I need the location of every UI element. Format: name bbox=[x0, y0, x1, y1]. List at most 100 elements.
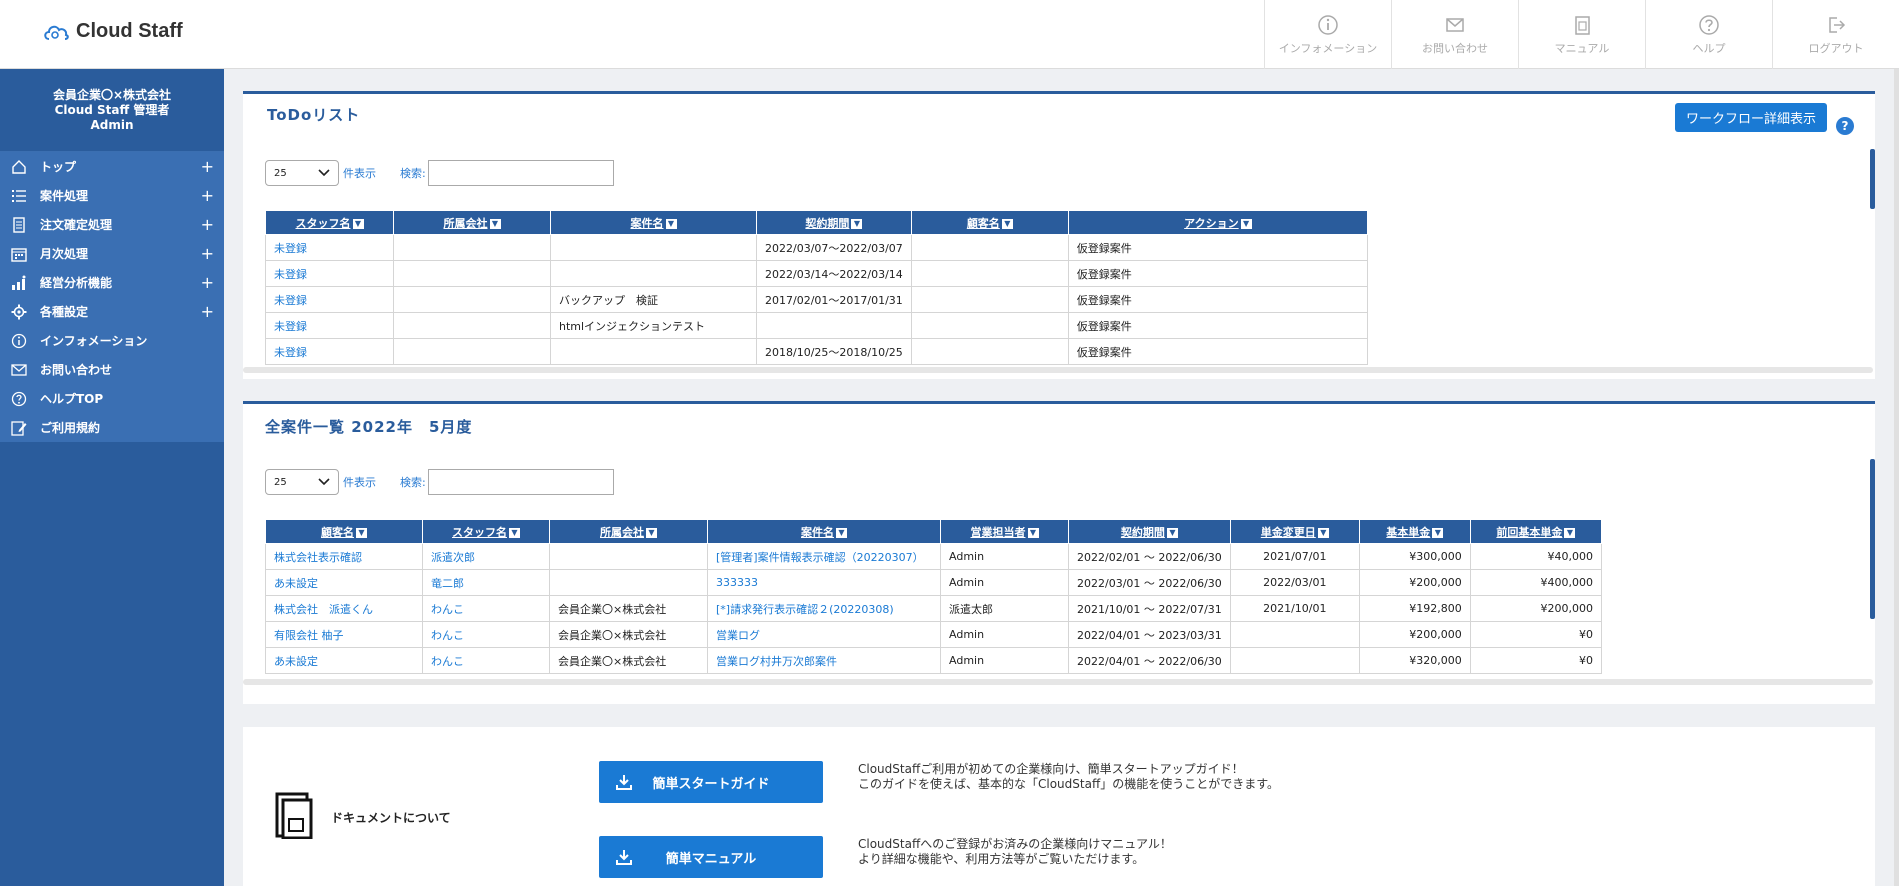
table-cell bbox=[1229, 621, 1360, 648]
manual-description: CloudStaffへのご登録がお済みの企業様向けマニュアル！ より詳細な機能や… bbox=[858, 837, 1172, 867]
column-header[interactable]: 案件名 ▼ bbox=[707, 519, 941, 544]
search-label: 検索: bbox=[400, 167, 426, 180]
customer-link[interactable]: 株式会社表示確認 bbox=[265, 543, 423, 570]
column-header[interactable]: スタッフ名 ▼ bbox=[422, 519, 550, 544]
sidebar-item-order-confirm[interactable]: 注文確定処理 + bbox=[0, 210, 224, 239]
help-icon[interactable]: ? bbox=[1836, 117, 1854, 135]
table-cell: 仮登録案件 bbox=[1067, 312, 1369, 339]
table-cell: ¥200,000 bbox=[1469, 595, 1603, 622]
table-cell: 2021/10/01 〜 2022/07/31 bbox=[1068, 595, 1231, 622]
customer-link[interactable]: 有限会社 柚子 bbox=[265, 621, 423, 648]
table-cell: 2022/04/01 〜 2022/06/30 bbox=[1068, 647, 1231, 674]
column-header[interactable]: 所属会社 ▼ bbox=[393, 210, 551, 235]
top-nav-information[interactable]: インフォメーション bbox=[1264, 0, 1391, 69]
expand-icon[interactable]: + bbox=[201, 273, 214, 292]
manual-button[interactable]: 簡単マニュアル bbox=[599, 836, 823, 878]
table-cell bbox=[393, 286, 551, 313]
staff-name-link[interactable]: 未登録 bbox=[265, 312, 394, 339]
table-cell bbox=[910, 260, 1069, 287]
expand-icon[interactable]: + bbox=[201, 302, 214, 321]
table-cell: ¥400,000 bbox=[1469, 569, 1603, 596]
sidebar: 会員企業〇×株式会社 Cloud Staff 管理者 Admin トップ + 案… bbox=[0, 69, 224, 886]
page-size-select[interactable]: 25 bbox=[265, 469, 339, 495]
vertical-scrollbar[interactable] bbox=[1870, 149, 1875, 209]
sidebar-item-top[interactable]: トップ + bbox=[0, 152, 224, 181]
sidebar-item-terms[interactable]: ご利用規約 bbox=[0, 413, 224, 442]
search-input[interactable] bbox=[427, 160, 614, 186]
table-cell: 2022/03/07〜2022/03/07 bbox=[756, 234, 912, 261]
sidebar-item-case-processing[interactable]: 案件処理 + bbox=[0, 181, 224, 210]
staff-link[interactable]: 派遣次郎 bbox=[422, 543, 550, 570]
column-header[interactable]: スタッフ名 ▼ bbox=[265, 210, 394, 235]
column-header[interactable]: 案件名 ▼ bbox=[550, 210, 757, 235]
logo[interactable]: Cloud Staff bbox=[42, 20, 183, 43]
sidebar-item-settings[interactable]: 各種設定 + bbox=[0, 297, 224, 326]
table-cell: 2021/07/01 bbox=[1229, 543, 1360, 570]
sidebar-item-help-top[interactable]: ヘルプTOP bbox=[0, 384, 224, 413]
book-icon bbox=[275, 792, 313, 839]
mail-icon bbox=[10, 361, 28, 379]
page-scrollbar[interactable] bbox=[1894, 69, 1899, 886]
case-link[interactable]: [*]請求発行表示確認２(20220308) bbox=[707, 595, 941, 622]
workflow-detail-button[interactable]: ワークフロー詳細表示 bbox=[1675, 103, 1827, 132]
staff-name-link[interactable]: 未登録 bbox=[265, 338, 394, 365]
staff-name-link[interactable]: 未登録 bbox=[265, 286, 394, 313]
column-header[interactable]: 顧客名 ▼ bbox=[910, 210, 1069, 235]
staff-link[interactable]: 竜二郎 bbox=[422, 569, 550, 596]
column-header[interactable]: 基本単金 ▼ bbox=[1358, 519, 1471, 544]
sidebar-item-information[interactable]: インフォメーション bbox=[0, 326, 224, 355]
column-header[interactable]: 営業担当者 ▼ bbox=[940, 519, 1069, 544]
table-cell: 2021/10/01 bbox=[1229, 595, 1360, 622]
staff-link[interactable]: わんこ bbox=[422, 595, 550, 622]
search-input[interactable] bbox=[427, 469, 614, 495]
calendar-icon bbox=[10, 245, 28, 263]
start-guide-button[interactable]: 簡単スタートガイド bbox=[599, 761, 823, 803]
vertical-scrollbar[interactable] bbox=[1870, 459, 1875, 619]
table-cell: 会員企業〇×株式会社 bbox=[549, 595, 708, 622]
column-header[interactable]: アクション ▼ bbox=[1067, 210, 1369, 235]
staff-link[interactable]: わんこ bbox=[422, 621, 550, 648]
download-icon bbox=[599, 773, 649, 791]
horizontal-scrollbar[interactable] bbox=[243, 367, 1873, 373]
todo-panel: ToDoリスト ワークフロー詳細表示 ? 25 件表示 検索: スタッフ名 ▼ 所… bbox=[243, 91, 1875, 379]
case-link[interactable]: [管理者]案件情報表示確認（20220307） bbox=[707, 543, 941, 570]
table-cell: 2022/02/01 〜 2022/06/30 bbox=[1068, 543, 1231, 570]
sidebar-item-label: 月次処理 bbox=[40, 247, 89, 261]
column-header[interactable]: 単金変更日 ▼ bbox=[1229, 519, 1360, 544]
staff-name-link[interactable]: 未登録 bbox=[265, 234, 394, 261]
top-nav-logout[interactable]: ログアウト bbox=[1772, 0, 1899, 69]
table-cell bbox=[1229, 647, 1360, 674]
column-header[interactable]: 契約期間 ▼ bbox=[756, 210, 912, 235]
column-header[interactable]: 所属会社 ▼ bbox=[549, 519, 708, 544]
top-nav-help[interactable]: ヘルプ bbox=[1645, 0, 1772, 69]
page-size-value: 25 bbox=[274, 167, 287, 179]
expand-icon[interactable]: + bbox=[201, 157, 214, 176]
column-header[interactable]: 顧客名 ▼ bbox=[265, 519, 423, 544]
expand-icon[interactable]: + bbox=[201, 215, 214, 234]
column-header[interactable]: 契約期間 ▼ bbox=[1068, 519, 1231, 544]
expand-icon[interactable]: + bbox=[201, 186, 214, 205]
staff-link[interactable]: わんこ bbox=[422, 647, 550, 674]
top-nav-contact[interactable]: お問い合わせ bbox=[1391, 0, 1518, 69]
customer-link[interactable]: あ未設定 bbox=[265, 569, 423, 596]
case-link[interactable]: 営業ログ bbox=[707, 621, 941, 648]
sidebar-item-contact[interactable]: お問い合わせ bbox=[0, 355, 224, 384]
staff-name-link[interactable]: 未登録 bbox=[265, 260, 394, 287]
download-icon bbox=[599, 848, 649, 866]
page-size-select[interactable]: 25 bbox=[265, 160, 339, 186]
case-link[interactable]: 営業ログ村井万次郎案件 bbox=[707, 647, 941, 674]
expand-icon[interactable]: + bbox=[201, 244, 214, 263]
table-cell: 会員企業〇×株式会社 bbox=[549, 647, 708, 674]
list-icon bbox=[10, 187, 28, 205]
case-link[interactable]: 333333 bbox=[707, 569, 941, 596]
chevron-down-icon bbox=[318, 478, 330, 486]
top-nav-manual[interactable]: マニュアル bbox=[1518, 0, 1645, 69]
horizontal-scrollbar[interactable] bbox=[243, 679, 1873, 685]
customer-link[interactable]: 株式会社 派遣くん bbox=[265, 595, 423, 622]
table-cell: Admin bbox=[940, 569, 1069, 596]
top-nav-label: ログアウト bbox=[1808, 41, 1864, 55]
sidebar-item-monthly[interactable]: 月次処理 + bbox=[0, 239, 224, 268]
customer-link[interactable]: あ未設定 bbox=[265, 647, 423, 674]
sidebar-item-analytics[interactable]: 経営分析機能 + bbox=[0, 268, 224, 297]
column-header[interactable]: 前回基本単金 ▼ bbox=[1469, 519, 1603, 544]
